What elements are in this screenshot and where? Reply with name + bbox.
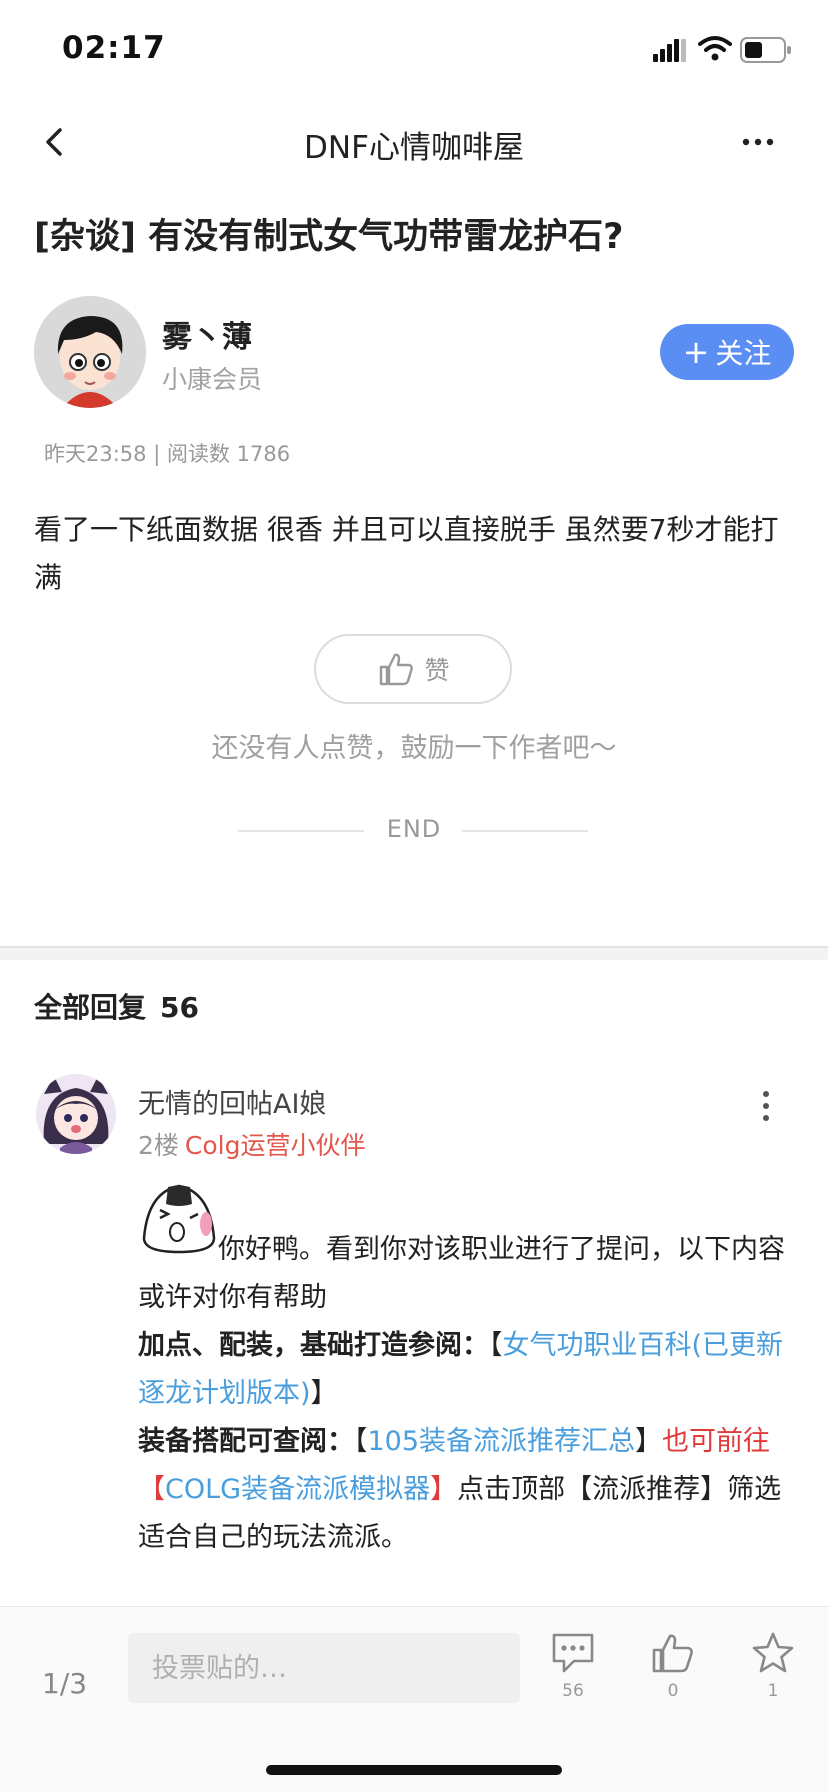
replies-header-label: 全部回复 xyxy=(34,991,147,1024)
post-detail-screen: 02:17 DNF心情咖啡屋 [杂谈] 有没有制式女气功带雷龙护石? 雾丶薄 小… xyxy=(0,0,828,1792)
follow-label: 关注 xyxy=(715,337,772,370)
navigation-bar: DNF心情咖啡屋 xyxy=(0,100,828,184)
build-guide-label: 加点、配装，基础打造参阅： xyxy=(138,1330,489,1361)
author-name[interactable]: 雾丶薄 xyxy=(162,312,252,356)
reply-more-options-icon[interactable] xyxy=(756,1086,776,1126)
page-indicator[interactable]: 1/3 xyxy=(42,1667,87,1700)
thumbs-up-icon xyxy=(652,1634,693,1673)
red-bracket-close: 】 xyxy=(430,1474,458,1505)
reply-role-badge: Colg运营小伙伴 xyxy=(184,1131,366,1160)
plus-icon: + xyxy=(682,333,710,371)
likes-button[interactable]: 0 xyxy=(638,1631,708,1701)
comment-input[interactable] xyxy=(128,1633,520,1703)
equipment-simulator-link[interactable]: COLG装备流派模拟器 xyxy=(165,1474,430,1505)
star-icon xyxy=(752,1632,794,1673)
end-divider-right xyxy=(462,830,588,832)
bracket-open: 【 xyxy=(354,1426,368,1457)
status-time: 02:17 xyxy=(62,30,166,66)
battery-icon xyxy=(740,37,791,63)
author-avatar[interactable] xyxy=(34,296,146,408)
status-bar: 02:17 xyxy=(0,0,828,100)
comment-icon xyxy=(552,1633,594,1673)
reply-line-equipment: 装备搭配可查阅：【105装备流派推荐汇总】也可前往【COLG装备流派模拟器】点击… xyxy=(138,1418,798,1562)
equipment-label: 装备搭配可查阅： xyxy=(138,1426,354,1457)
post-title: [杂谈] 有没有制式女气功带雷龙护石? xyxy=(34,217,624,257)
equipment-recommend-link[interactable]: 105装备流派推荐汇总 xyxy=(368,1426,636,1457)
forum-title: DNF心情咖啡屋 xyxy=(304,130,524,166)
like-label: 赞 xyxy=(424,656,450,685)
author-level: 小康会员 xyxy=(162,365,263,394)
wifi-icon xyxy=(698,36,732,61)
bracket-open: 【 xyxy=(489,1330,503,1361)
bracket-close: 】 xyxy=(310,1378,338,1409)
red-text: 也可前往 xyxy=(662,1426,771,1457)
replies-header: 全部回复 56 xyxy=(34,986,199,1026)
reply-text: 你好鸭。看到你对该职业进行了提问，以下内容或许对你有帮助 xyxy=(138,1234,785,1313)
reply-floor: 2楼 Colg运营小伙伴 xyxy=(138,1126,365,1162)
comments-button[interactable]: 56 xyxy=(538,1631,608,1701)
favorites-count: 1 xyxy=(767,1681,779,1701)
cartoon-boy-avatar-image xyxy=(34,296,146,408)
like-hint: 还没有人点赞，鼓励一下作者吧～ xyxy=(211,733,617,764)
like-post-button[interactable]: 赞 xyxy=(314,634,512,704)
cellular-signal-icon xyxy=(653,39,686,62)
anime-girl-avatar-image xyxy=(36,1074,116,1154)
red-bracket-open: 【 xyxy=(138,1474,165,1505)
reply-floor-number: 2楼 xyxy=(138,1131,179,1160)
more-options-icon[interactable] xyxy=(738,126,778,158)
thumbs-up-icon xyxy=(380,653,414,686)
home-indicator xyxy=(266,1765,562,1775)
replies-count: 56 xyxy=(160,991,199,1024)
reply-avatar[interactable] xyxy=(36,1074,116,1154)
likes-count: 0 xyxy=(667,1681,679,1701)
end-label: END xyxy=(386,815,442,843)
post-body: 看了一下纸面数据 很香 并且可以直接脱手 虽然要7秒才能打满 xyxy=(34,513,779,594)
post-meta: 昨天23:58 | 阅读数 1786 xyxy=(44,442,291,466)
reply-line-build-guide: 加点、配装，基础打造参阅：【女气功职业百科(已更新逐龙计划版本)】 xyxy=(138,1322,798,1418)
comments-count: 56 xyxy=(562,1681,584,1701)
bracket-close: 】 xyxy=(635,1426,663,1457)
reply-username[interactable]: 无情的回帖AI娘 xyxy=(138,1082,326,1121)
bottom-action-bar: 1/3 56 0 1 xyxy=(0,1606,828,1792)
favorite-button[interactable]: 1 xyxy=(738,1631,808,1701)
follow-button[interactable]: + 关注 xyxy=(660,324,794,380)
section-divider xyxy=(0,946,828,960)
